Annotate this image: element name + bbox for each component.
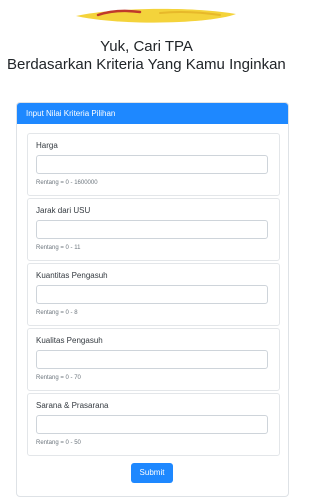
field-kualitas-pengasuh: Kualitas Pengasuh Rentang = 0 - 70 [27, 328, 280, 391]
hero-subtitle: Berdasarkan Kriteria Yang Kamu Inginkan [7, 56, 286, 73]
field-harga: Harga Rentang = 0 - 1600000 [27, 133, 280, 196]
field-kuantitas-pengasuh: Kuantitas Pengasuh Rentang = 0 - 8 [27, 263, 280, 326]
sarana-prasarana-input[interactable] [36, 415, 268, 434]
harga-input[interactable] [36, 155, 268, 174]
field-hint: Rentang = 0 - 8 [36, 310, 78, 316]
field-hint: Rentang = 0 - 70 [36, 375, 81, 381]
field-label: Jarak dari USU [36, 206, 91, 215]
field-label: Harga [36, 141, 58, 150]
logo-brush-stroke-icon [76, 8, 236, 23]
field-sarana-prasarana: Sarana & Prasarana Rentang = 0 - 50 [27, 393, 280, 456]
jarak-input[interactable] [36, 220, 268, 239]
field-jarak: Jarak dari USU Rentang = 0 - 11 [27, 198, 280, 261]
field-hint: Rentang = 0 - 11 [36, 245, 81, 251]
field-label: Kuantitas Pengasuh [36, 271, 108, 280]
kualitas-pengasuh-input[interactable] [36, 350, 268, 369]
criteria-form-card: Input Nilai Kriteria Pilihan Harga Renta… [16, 102, 289, 497]
field-label: Kualitas Pengasuh [36, 336, 103, 345]
criteria-form-header: Input Nilai Kriteria Pilihan [17, 103, 288, 124]
field-hint: Rentang = 0 - 50 [36, 440, 81, 446]
field-hint: Rentang = 0 - 1600000 [36, 180, 98, 186]
submit-button[interactable]: Submit [131, 463, 173, 483]
kuantitas-pengasuh-input[interactable] [36, 285, 268, 304]
hero-title: Yuk, Cari TPA [100, 38, 193, 55]
field-label: Sarana & Prasarana [36, 401, 109, 410]
